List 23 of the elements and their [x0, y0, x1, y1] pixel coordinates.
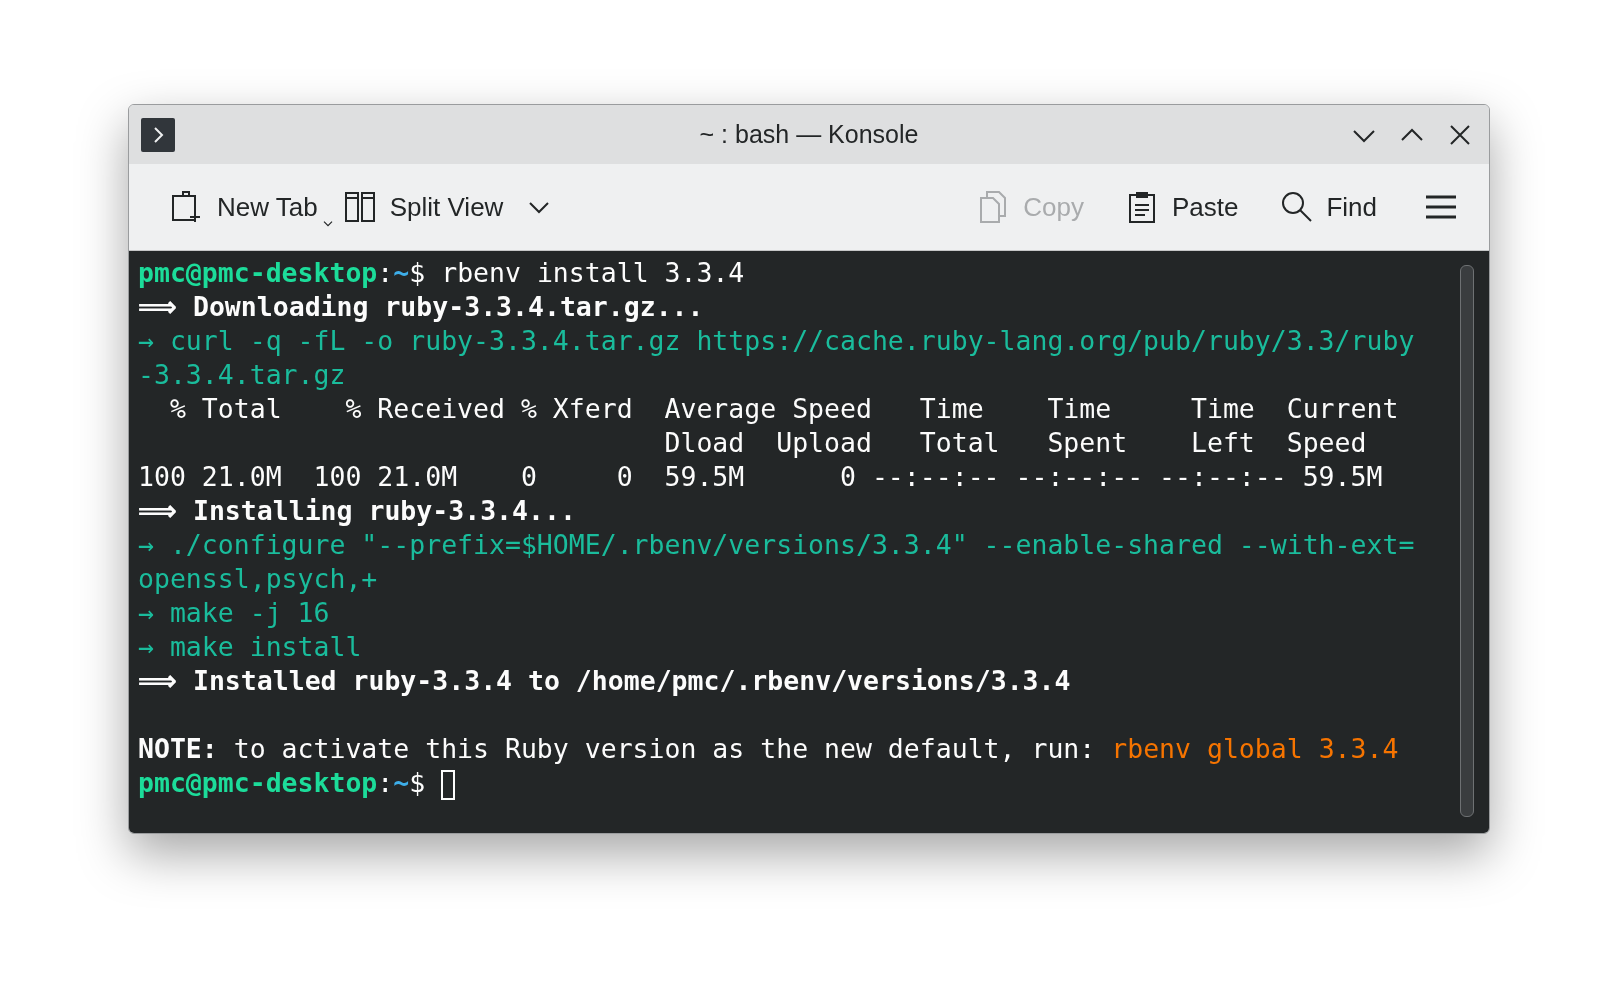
terminal-line: → make -j 16: [138, 597, 330, 628]
window-title: ~ : bash — Konsole: [699, 120, 919, 148]
split-view-icon: [343, 190, 378, 224]
terminal-line: pmc@pmc-desktop:~$: [138, 767, 427, 798]
terminal-line: → make install: [138, 631, 362, 662]
terminal-line: pmc@pmc-desktop:~$ rbenv install 3.3.4: [138, 257, 745, 288]
terminal-line: openssl,psych,+: [138, 563, 378, 594]
scrollbar[interactable]: [1460, 265, 1474, 817]
paste-button[interactable]: Paste: [1117, 184, 1247, 230]
terminal-line: -3.3.4.tar.gz: [138, 359, 346, 390]
terminal-line: 100 21.0M 100 21.0M 0 0 59.5M 0 --:--:-- --:--:-- --:--:-- 59.5M: [138, 461, 1383, 492]
new-tab-button[interactable]: New Tab: [163, 184, 336, 230]
terminal-line: ⟹ Installing ruby-3.3.4...: [138, 495, 576, 526]
terminal-line: Dload Upload Total Spent Left Speed: [663, 427, 1367, 458]
terminal-line: ⟹ Installed ruby-3.3.4 to /home/pmc/.rbenv/versions/3.3.4: [138, 665, 1071, 696]
terminal-line: → ./configure "--prefix=$HOME/.rbenv/versions/3.3.4" --enable-shared --with-ext=: [138, 529, 1415, 560]
terminal-line: % Total % Received % Xferd Average Speed Time Time Time Current: [168, 393, 1399, 424]
split-view-button[interactable]: Split View: [335, 184, 512, 230]
find-button[interactable]: Find: [1272, 184, 1385, 230]
terminal-line: ⟹ Downloading ruby-3.3.4.tar.gz...: [138, 291, 704, 322]
terminal-icon[interactable]: [141, 117, 175, 152]
terminal-line: → curl -q -fL -o ruby-3.3.4.tar.gz https://cache.ruby-lang.org/pub/ruby/3.3/ruby: [138, 325, 1415, 356]
terminal-line: NOTE: to activate this Ruby version as the new default, run: rbenv global 3.3.4: [138, 733, 1399, 764]
